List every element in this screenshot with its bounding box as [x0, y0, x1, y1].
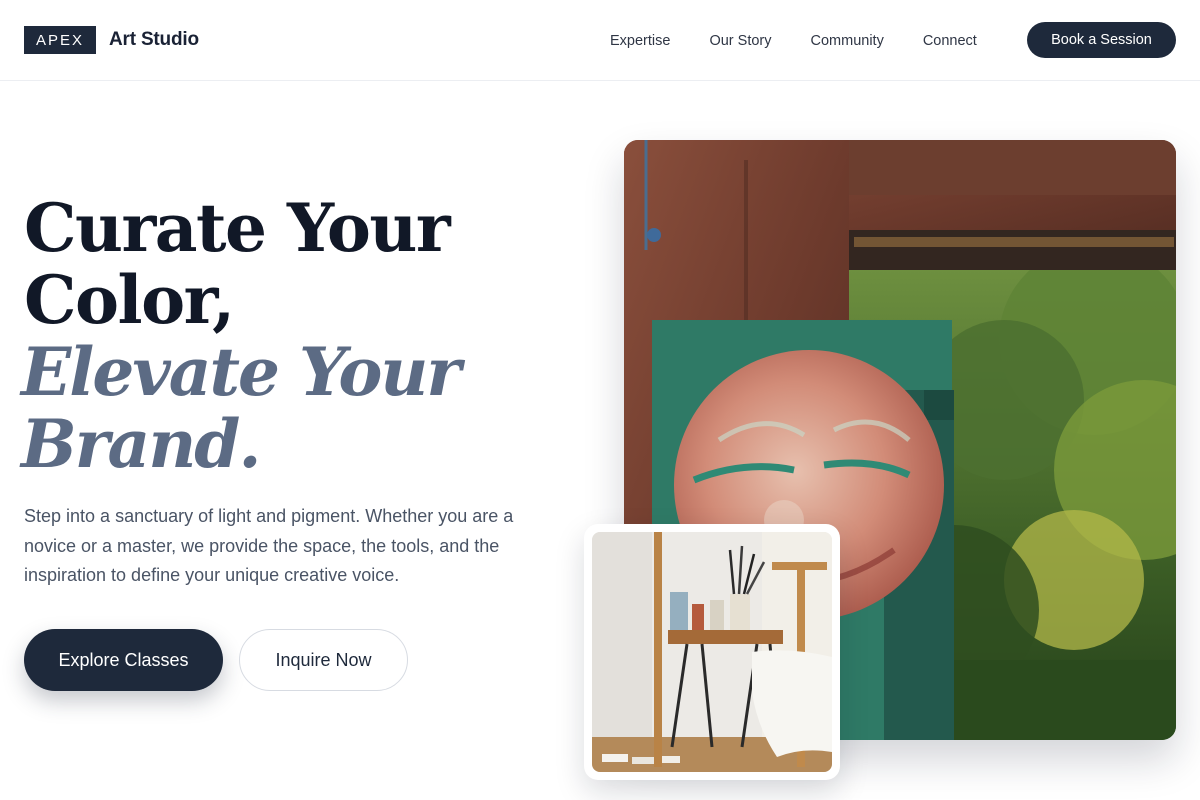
nav-link-our-story[interactable]: Our Story — [709, 33, 771, 49]
inset-image-card — [584, 524, 840, 780]
easel-brushes-photo — [592, 532, 832, 772]
site-header: APEX Art Studio Expertise Our Story Comm… — [0, 0, 1200, 81]
nav-link-expertise[interactable]: Expertise — [610, 33, 670, 49]
hero-headline: Curate Your Color, Elevate Your Brand. — [21, 189, 584, 483]
nav-link-connect[interactable]: Connect — [923, 33, 977, 49]
logo[interactable]: APEX Art Studio — [24, 26, 199, 54]
hero-inset-image — [592, 532, 832, 772]
headline-line-1: Curate Your — [24, 189, 451, 267]
book-session-button[interactable]: Book a Session — [1027, 22, 1176, 58]
headline-line-3: Elevate Your — [21, 333, 461, 411]
logo-name: Art Studio — [109, 29, 199, 50]
main-nav: Expertise Our Story Community Connect — [610, 0, 977, 81]
inquire-now-button[interactable]: Inquire Now — [239, 629, 408, 691]
explore-classes-button[interactable]: Explore Classes — [24, 629, 223, 691]
nav-link-community[interactable]: Community — [811, 33, 884, 49]
headline-line-4: Brand. — [21, 405, 261, 483]
hero-description: Step into a sanctuary of light and pigme… — [24, 506, 514, 585]
headline-line-2: Color, — [24, 261, 235, 339]
logo-badge: APEX — [24, 26, 97, 54]
